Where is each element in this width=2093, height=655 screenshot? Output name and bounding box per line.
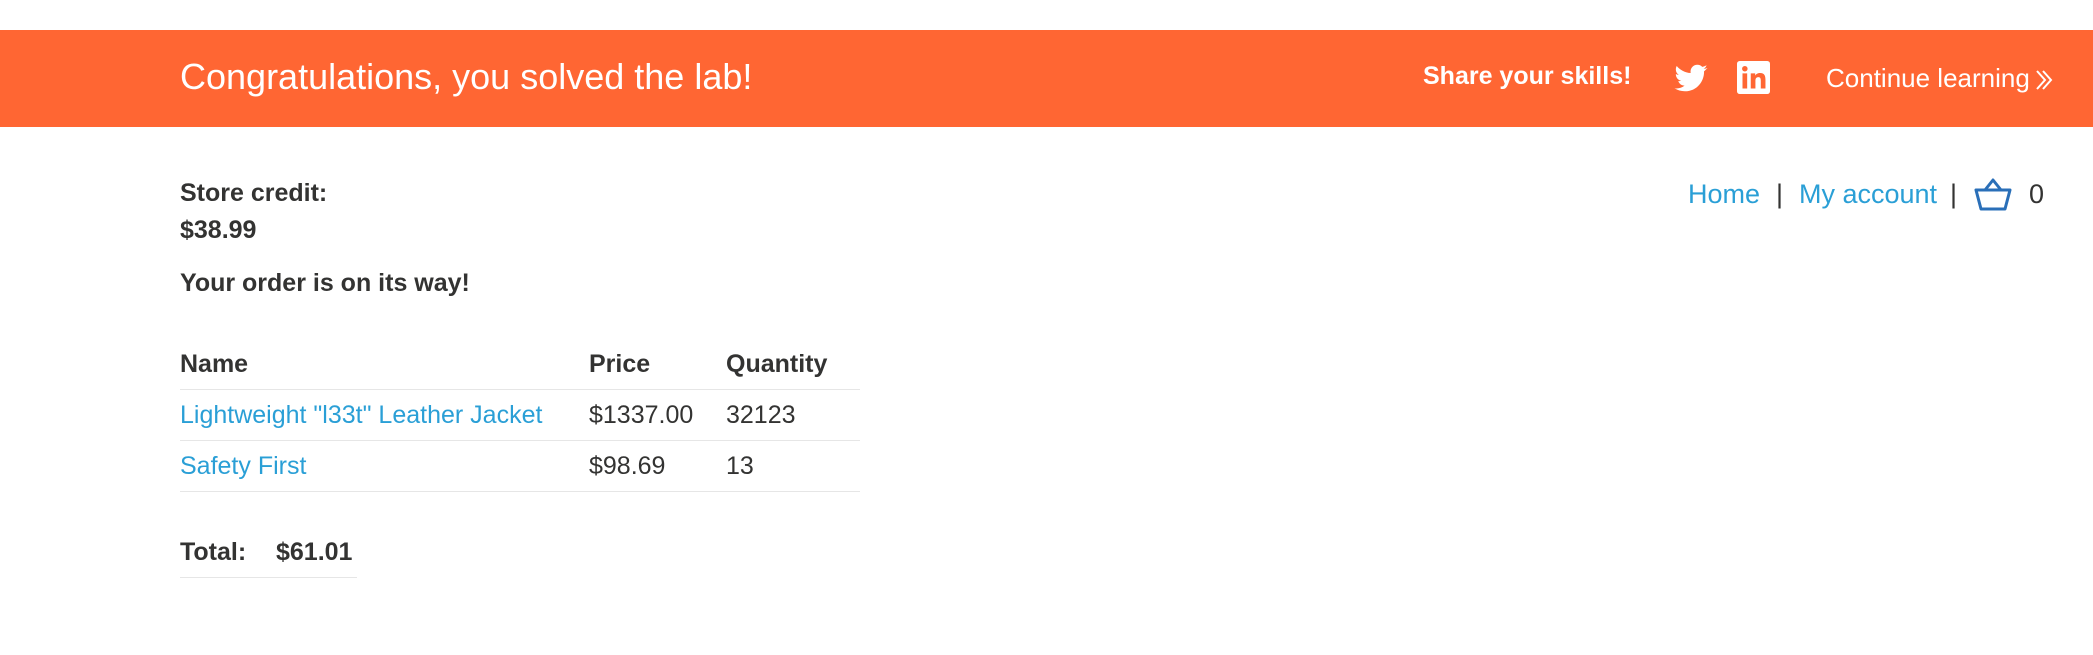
product-link[interactable]: Safety First	[180, 452, 306, 480]
nav-home-link[interactable]: Home	[1688, 176, 1760, 212]
chevron-double-right-icon	[2036, 70, 2053, 90]
banner-title: Congratulations, you solved the lab!	[180, 56, 753, 97]
store-credit-label: Store credit:	[180, 179, 328, 207]
continue-learning-link[interactable]: Continue learning	[1826, 61, 2054, 95]
column-header-price: Price	[589, 340, 726, 390]
product-name-cell: Safety First	[180, 440, 589, 492]
column-header-quantity: Quantity	[726, 340, 860, 390]
share-skills-label: Share your skills!	[1423, 62, 1632, 90]
table-row: Safety First $98.69 13	[180, 440, 860, 492]
order-items-table: Name Price Quantity Lightweight "l33t" L…	[180, 340, 860, 492]
twitter-icon[interactable]	[1673, 61, 1709, 97]
cart-icon[interactable]	[1974, 176, 2012, 212]
total-label: Total:	[180, 538, 247, 566]
order-total: Total: $61.01	[180, 532, 357, 578]
product-name-cell: Lightweight "l33t" Leather Jacket	[180, 389, 589, 441]
nav-separator: |	[1776, 179, 1784, 209]
nav-my-account-link[interactable]: My account	[1799, 176, 1937, 212]
product-price-cell: $1337.00	[589, 389, 726, 441]
product-price-cell: $98.69	[589, 440, 726, 492]
total-value: $61.01	[276, 538, 353, 566]
column-header-name: Name	[180, 340, 589, 390]
lab-solved-banner: Congratulations, you solved the lab! Sha…	[0, 30, 2093, 127]
table-header-row: Name Price Quantity	[180, 340, 860, 390]
cart-count: 0	[2029, 179, 2045, 209]
order-confirmation-message: Your order is on its way!	[180, 269, 470, 297]
table-row: Lightweight "l33t" Leather Jacket $1337.…	[180, 389, 860, 441]
product-link[interactable]: Lightweight "l33t" Leather Jacket	[180, 401, 542, 429]
linkedin-icon[interactable]	[1737, 61, 1770, 94]
store-credit-value: $38.99	[180, 216, 257, 244]
nav-separator: |	[1950, 179, 1958, 209]
product-quantity-cell: 13	[726, 440, 860, 492]
product-quantity-cell: 32123	[726, 389, 860, 441]
continue-learning-label: Continue learning	[1826, 63, 2030, 93]
